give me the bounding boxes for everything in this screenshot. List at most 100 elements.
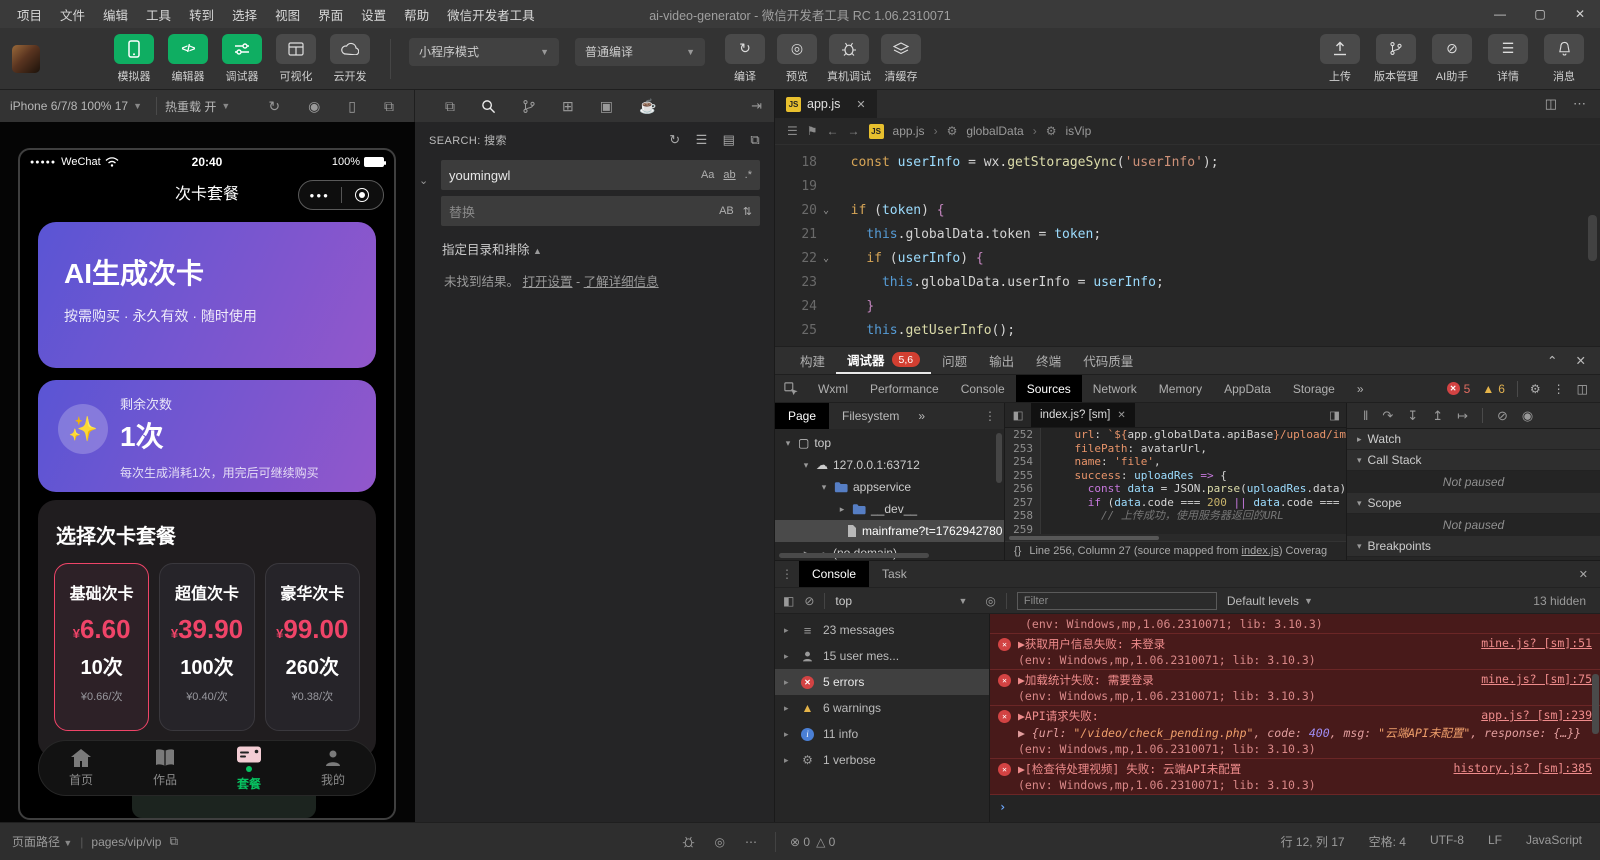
- tab-home[interactable]: 首页: [39, 748, 123, 788]
- breadcrumb-symbol[interactable]: isVip: [1065, 124, 1091, 138]
- step-over-icon[interactable]: ↷: [1382, 408, 1393, 424]
- source-control-icon[interactable]: [522, 99, 536, 114]
- tab-sources[interactable]: Sources: [1016, 375, 1082, 402]
- package-option-deluxe[interactable]: 豪华次卡 ¥99.00 260次 ¥0.38/次: [265, 563, 360, 731]
- device-select[interactable]: iPhone 6/7/8 100% 17: [10, 99, 128, 113]
- cloud-dev-button[interactable]: 云开发: [328, 34, 372, 84]
- more-tabs-icon[interactable]: »: [1346, 375, 1375, 402]
- eol[interactable]: LF: [1488, 833, 1502, 850]
- page-path-select[interactable]: 页面路径 ▼: [12, 833, 72, 850]
- tab-profile[interactable]: 我的: [291, 748, 375, 788]
- record-icon[interactable]: ◉: [308, 98, 320, 115]
- menu-project[interactable]: 项目: [8, 5, 51, 24]
- menu-help[interactable]: 帮助: [395, 5, 438, 24]
- cursor-position[interactable]: 行 12, 列 17: [1281, 833, 1345, 850]
- open-settings-link[interactable]: 打开设置: [523, 275, 573, 289]
- avatar[interactable]: [12, 45, 40, 73]
- tab-packages[interactable]: 套餐: [207, 744, 291, 792]
- console-message[interactable]: ✕ ▶API请求失败:app.js? [sm]:239 ▶ {url: "/vi…: [990, 706, 1600, 759]
- pause-icon[interactable]: ‖: [1363, 408, 1368, 423]
- learn-more-link[interactable]: 了解详细信息: [584, 275, 659, 289]
- clear-results-icon[interactable]: ☰: [696, 132, 708, 148]
- scrollbar[interactable]: [779, 553, 929, 558]
- menu-edit[interactable]: 编辑: [94, 5, 137, 24]
- multi-window-icon[interactable]: ⧉: [384, 98, 394, 115]
- sources-code[interactable]: 252 url: `${app.globalData.apiBase}/uplo…: [1005, 428, 1346, 534]
- deactivate-breakpoints-icon[interactable]: ⊘: [1497, 408, 1508, 424]
- error-count[interactable]: ✕5: [1447, 382, 1471, 396]
- more-options-icon[interactable]: ⋮: [984, 403, 996, 429]
- filter-verbose[interactable]: ▸⚙1 verbose: [775, 747, 989, 773]
- code-editor[interactable]: 18 const userInfo = wx.getStorageSync('u…: [775, 144, 1600, 346]
- call-stack-section[interactable]: ▾Call Stack: [1347, 450, 1600, 471]
- source-link[interactable]: app.js? [sm]:239: [1469, 708, 1592, 724]
- filter-info[interactable]: ▸i11 info: [775, 721, 989, 747]
- filter-warnings[interactable]: ▸▲6 warnings: [775, 695, 989, 721]
- language-mode[interactable]: JavaScript: [1526, 833, 1582, 850]
- tab-memory[interactable]: Memory: [1148, 375, 1213, 402]
- tab-terminal[interactable]: 终端: [1025, 347, 1072, 374]
- files-icon[interactable]: ⧉: [445, 98, 455, 115]
- step-into-icon[interactable]: ↧: [1407, 408, 1418, 424]
- compile-mode-select[interactable]: 普通编译▼: [575, 38, 705, 66]
- open-in-editor-icon[interactable]: ▤: [723, 132, 736, 148]
- clear-console-icon[interactable]: ⊘: [804, 594, 814, 608]
- menu-file[interactable]: 文件: [51, 5, 94, 24]
- visualization-button[interactable]: 可视化: [274, 34, 318, 84]
- search-input[interactable]: youmingwl Aa ab .*: [441, 160, 760, 190]
- tab-app-js[interactable]: JS app.js ✕: [775, 90, 877, 118]
- hide-navigator-icon[interactable]: ◧: [1005, 403, 1031, 427]
- debug-icon[interactable]: [682, 835, 695, 848]
- console-message[interactable]: ✕ ▶[检查待处理视频] 失败: 云端API未配置history.js? [sm…: [990, 759, 1600, 795]
- more-tabs-icon[interactable]: »: [912, 403, 931, 429]
- menu-devtools[interactable]: 微信开发者工具: [438, 5, 544, 24]
- filter-user-messages[interactable]: ▸ 15 user mes...: [775, 643, 989, 669]
- scrollbar[interactable]: [1592, 674, 1599, 734]
- close-tab-icon[interactable]: ✕: [856, 98, 865, 111]
- step-icon[interactable]: ↦: [1457, 408, 1468, 424]
- source-link[interactable]: mine.js? [sm]:75: [1469, 672, 1592, 688]
- warning-count[interactable]: ▲6: [1482, 382, 1505, 396]
- match-case-icon[interactable]: Aa: [701, 169, 714, 181]
- tab-code-quality[interactable]: 代码质量: [1072, 347, 1144, 374]
- tree-item-mainframe[interactable]: mainframe?t=1762942780: [775, 520, 1004, 542]
- real-device-debug-button[interactable]: 真机调试: [827, 34, 871, 84]
- ai-assistant-button[interactable]: ⊘ AI助手: [1430, 34, 1474, 84]
- regex-icon[interactable]: .*: [745, 169, 752, 181]
- eye-icon[interactable]: ◎: [985, 594, 995, 608]
- tab-index-js[interactable]: index.js? [sm] ✕: [1031, 403, 1135, 427]
- breakpoints-section[interactable]: ▾Breakpoints: [1347, 536, 1600, 557]
- more-options-icon[interactable]: ⋮: [1553, 382, 1565, 396]
- teapot-icon[interactable]: ☕: [639, 98, 656, 115]
- filter-all-messages[interactable]: ▸≡23 messages: [775, 617, 989, 643]
- tab-task[interactable]: Task: [869, 561, 920, 587]
- console-prompt[interactable]: ›: [990, 795, 1600, 819]
- preview-button[interactable]: ◎ 预览: [775, 34, 819, 84]
- tab-page[interactable]: Page: [775, 403, 829, 429]
- preserve-case-icon[interactable]: AB: [719, 205, 734, 218]
- fold-icon[interactable]: ⌄: [817, 247, 835, 271]
- fold-icon[interactable]: ⌄: [817, 199, 835, 223]
- tab-works[interactable]: 作品: [123, 748, 207, 788]
- close-icon[interactable]: ✕: [1576, 353, 1586, 368]
- tab-problems[interactable]: 问题: [931, 347, 978, 374]
- menu-select[interactable]: 选择: [223, 5, 266, 24]
- source-link[interactable]: history.js? [sm]:385: [1442, 761, 1592, 777]
- close-tab-icon[interactable]: ✕: [1117, 410, 1125, 421]
- menu-tools[interactable]: 工具: [137, 5, 180, 24]
- tab-network[interactable]: Network: [1082, 375, 1148, 402]
- tab-output[interactable]: 输出: [978, 347, 1025, 374]
- inspect-icon[interactable]: [775, 375, 807, 402]
- tree-item-dev[interactable]: ▸ __dev__: [775, 498, 1004, 520]
- collapse-icon[interactable]: ⌃: [1547, 353, 1557, 368]
- encoding[interactable]: UTF-8: [1430, 833, 1464, 850]
- more-icon[interactable]: ●●●: [299, 191, 341, 200]
- watch-section[interactable]: ▸Watch: [1347, 429, 1600, 450]
- more-options-icon[interactable]: ⋯: [745, 835, 757, 849]
- tab-performance[interactable]: Performance: [859, 375, 950, 402]
- dock-side-icon[interactable]: ◫: [1577, 382, 1588, 396]
- braces-icon[interactable]: {}: [1014, 545, 1021, 557]
- menu-goto[interactable]: 转到: [180, 5, 223, 24]
- filter-input[interactable]: [1017, 592, 1217, 610]
- menu-view[interactable]: 视图: [266, 5, 309, 24]
